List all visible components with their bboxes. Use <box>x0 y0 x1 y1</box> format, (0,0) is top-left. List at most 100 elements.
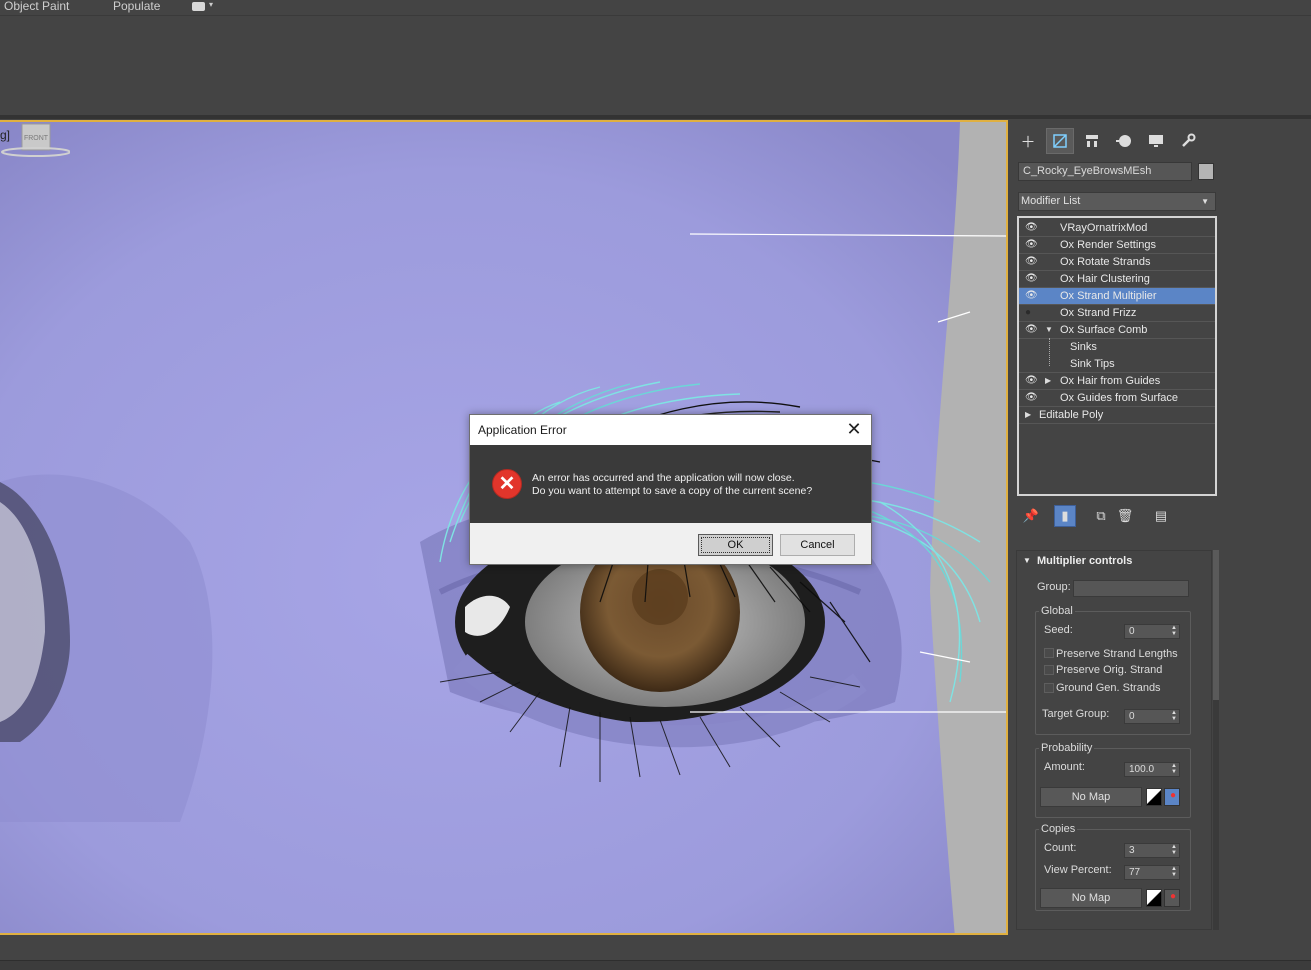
scrollbar-thumb[interactable] <box>1213 550 1219 700</box>
view-percent-spinner[interactable]: 77 ▲ ▼ <box>1124 865 1180 880</box>
spinner-arrows-icon[interactable]: ▲ ▼ <box>1171 866 1177 878</box>
map-channel-icon[interactable] <box>1146 889 1162 907</box>
stack-item-surface-comb[interactable]: 👁 ▼ Ox Surface Comb <box>1019 322 1215 339</box>
seed-spinner[interactable]: 0 ▲ ▼ <box>1124 624 1180 639</box>
modify-icon[interactable] <box>1046 128 1074 154</box>
dialog-footer: OK Cancel <box>470 523 871 564</box>
menu-populate[interactable]: Populate <box>113 0 160 13</box>
menu-object-paint[interactable]: Object Paint <box>4 0 69 13</box>
target-group-value: 0 <box>1129 711 1135 722</box>
expand-triangle-icon[interactable]: ▼ <box>1045 322 1053 338</box>
target-group-label: Target Group: <box>1042 708 1110 720</box>
stack-item-label: Sink Tips <box>1070 358 1115 370</box>
map-eyedropper-icon[interactable]: ● <box>1164 889 1180 907</box>
seed-label: Seed: <box>1044 624 1073 636</box>
stack-item-render-settings[interactable]: 👁 Ox Render Settings <box>1019 237 1215 254</box>
display-icon[interactable] <box>1142 128 1170 154</box>
preserve-orig-strand-checkbox[interactable] <box>1044 665 1054 675</box>
stack-item-editable-poly[interactable]: ▶ Editable Poly <box>1019 407 1215 424</box>
stack-item-strand-multiplier[interactable]: 👁 Ox Strand Multiplier <box>1019 288 1215 305</box>
configure-sets-icon[interactable]: ▤ <box>1150 505 1172 527</box>
preserve-strand-lengths-label: Preserve Strand Lengths <box>1056 648 1178 660</box>
stack-item-label: Sinks <box>1070 341 1097 353</box>
probability-group: Probability Amount: 100.0 ▲ ▼ No Map ● <box>1035 742 1191 818</box>
bottom-bar <box>0 935 1311 970</box>
cancel-button[interactable]: Cancel <box>780 534 855 556</box>
stack-item-label: Ox Guides from Surface <box>1060 392 1178 404</box>
spinner-arrows-icon[interactable]: ▲ ▼ <box>1171 625 1177 637</box>
map-channel-icon[interactable] <box>1146 788 1162 806</box>
stack-subitem-sinks[interactable]: Sinks <box>1019 339 1215 356</box>
stack-item-rotate-strands[interactable]: 👁 Ox Rotate Strands <box>1019 254 1215 271</box>
make-unique-icon[interactable]: ⧉ <box>1090 505 1112 527</box>
group-label: Group: <box>1037 581 1071 593</box>
stack-item-vrayornatrixmod[interactable]: 👁 VRayOrnatrixMod <box>1019 220 1215 237</box>
collapsed-triangle-icon[interactable]: ▶ <box>1045 373 1051 389</box>
view-percent-label: View Percent: <box>1044 864 1112 876</box>
spinner-arrows-icon[interactable]: ▲ ▼ <box>1171 844 1177 856</box>
command-panel-tabs: ＋ <box>1012 128 1212 154</box>
motion-icon[interactable] <box>1110 128 1138 154</box>
collapsed-triangle-icon[interactable]: ▶ <box>1025 407 1031 423</box>
trash-icon[interactable]: 🗑 <box>1114 505 1136 527</box>
spinner-arrows-icon[interactable]: ▲ ▼ <box>1171 763 1177 775</box>
stack-item-guides-from-surface[interactable]: 👁 Ox Guides from Surface <box>1019 390 1215 407</box>
ground-gen-strands-checkbox[interactable] <box>1044 683 1054 693</box>
collapse-triangle-icon[interactable]: ▼ <box>1023 551 1031 571</box>
probability-map-button[interactable]: No Map <box>1040 787 1142 807</box>
count-label: Count: <box>1044 842 1077 854</box>
count-value: 3 <box>1129 845 1135 856</box>
eye-icon[interactable]: 👁 <box>1025 288 1041 304</box>
ok-button[interactable]: OK <box>698 534 773 556</box>
stack-item-label: Ox Rotate Strands <box>1060 256 1151 268</box>
eye-icon[interactable]: 👁 <box>1025 373 1041 389</box>
copies-group-title: Copies <box>1039 823 1078 835</box>
hierarchy-icon[interactable] <box>1078 128 1106 154</box>
global-group-title: Global <box>1039 605 1075 617</box>
preserve-orig-strand-label: Preserve Orig. Strand <box>1056 664 1163 676</box>
object-name-field[interactable]: C_Rocky_EyeBrowsMEsh <box>1018 162 1192 181</box>
camera-icon[interactable] <box>192 2 205 11</box>
create-icon[interactable]: ＋ <box>1014 128 1042 154</box>
dialog-title: Application Error <box>478 423 567 437</box>
panel-scrollbar[interactable] <box>1213 550 1219 930</box>
ribbon <box>0 15 1311 115</box>
eye-icon[interactable]: 👁 <box>1025 254 1041 270</box>
copies-map-button[interactable]: No Map <box>1040 888 1142 908</box>
modifier-list-dropdown[interactable]: Modifier List ▼ <box>1018 192 1216 211</box>
close-icon[interactable]: ✕ <box>845 420 863 438</box>
copies-group: Copies Count: 3 ▲ ▼ View Percent: 77 ▲ ▼ N… <box>1035 823 1191 911</box>
eye-icon[interactable]: 👁 <box>1025 390 1041 406</box>
count-spinner[interactable]: 3 ▲ ▼ <box>1124 843 1180 858</box>
stack-subitem-sink-tips[interactable]: Sink Tips <box>1019 356 1215 373</box>
ribbon-divider <box>0 115 1311 119</box>
eye-off-icon[interactable]: ● <box>1025 305 1041 321</box>
spinner-arrows-icon[interactable]: ▲ ▼ <box>1171 710 1177 722</box>
timeline-strip <box>0 960 1311 970</box>
group-field[interactable] <box>1073 580 1189 597</box>
global-group: Global Seed: 0 ▲ ▼ Preserve Strand Length… <box>1035 605 1191 735</box>
eye-icon[interactable]: 👁 <box>1025 322 1041 338</box>
eye-icon[interactable]: 👁 <box>1025 271 1041 287</box>
viewcube-label: FRONT <box>24 135 49 142</box>
preserve-strand-lengths-checkbox[interactable] <box>1044 648 1054 658</box>
stack-item-label: Ox Strand Frizz <box>1060 307 1137 319</box>
eye-icon[interactable]: 👁 <box>1025 220 1041 236</box>
show-end-result-icon[interactable]: ▮ <box>1054 505 1076 527</box>
eye-icon[interactable]: 👁 <box>1025 237 1041 253</box>
rollout-header[interactable]: ▼ Multiplier controls <box>1017 551 1213 571</box>
pin-stack-icon[interactable]: 📌 <box>1020 505 1042 527</box>
stack-item-label: Editable Poly <box>1039 409 1104 421</box>
utilities-icon[interactable] <box>1174 128 1202 154</box>
modifier-stack[interactable]: 👁 VRayOrnatrixMod 👁 Ox Render Settings 👁… <box>1017 216 1217 496</box>
target-group-spinner[interactable]: 0 ▲ ▼ <box>1124 709 1180 724</box>
stack-item-hair-from-guides[interactable]: 👁 ▶ Ox Hair from Guides <box>1019 373 1215 390</box>
stack-item-hair-clustering[interactable]: 👁 Ox Hair Clustering <box>1019 271 1215 288</box>
command-panel: ＋ C_Rocky_EyeBrowsMEsh Modifier List ▼ 👁… <box>1012 120 1311 935</box>
chevron-down-icon[interactable]: ▾ <box>209 0 213 9</box>
object-color-swatch[interactable] <box>1198 163 1214 180</box>
amount-spinner[interactable]: 100.0 ▲ ▼ <box>1124 762 1180 777</box>
viewcube[interactable]: FRONT <box>0 122 70 160</box>
map-eyedropper-icon[interactable]: ● <box>1164 788 1180 806</box>
stack-item-strand-frizz[interactable]: ● Ox Strand Frizz <box>1019 305 1215 322</box>
